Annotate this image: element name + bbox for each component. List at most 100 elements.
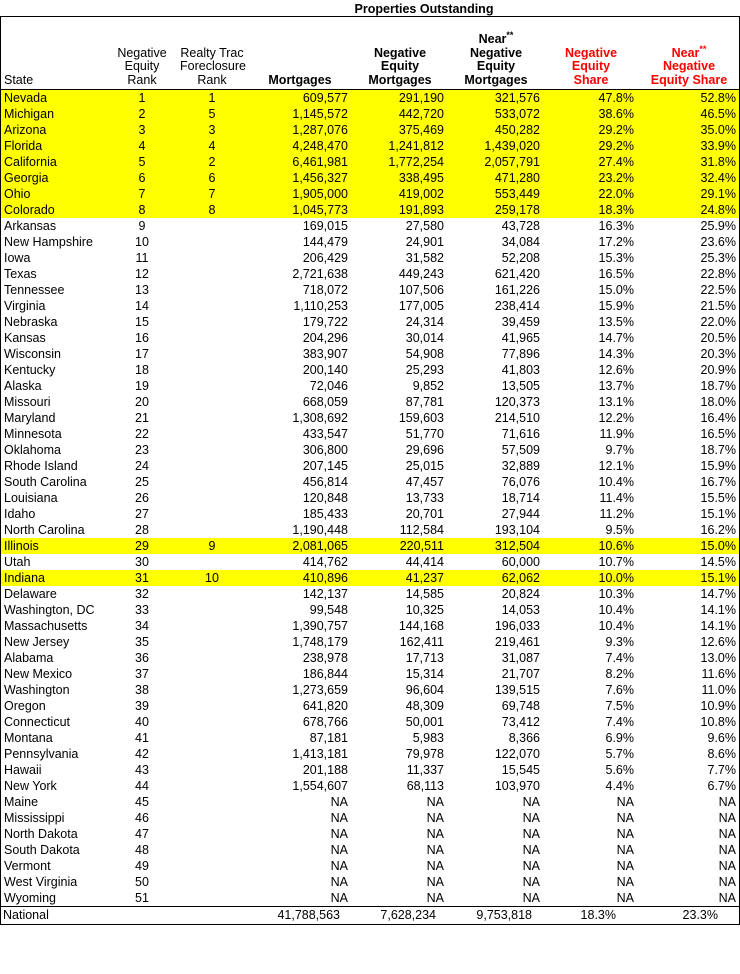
table-row[interactable]: Michigan 2 5 1,145,572 442,720 533,072 38.6% 46…: [0, 106, 740, 122]
column-header-negative-equity-mortgages[interactable]: Negative Equity Mortgages: [352, 16, 448, 90]
table-row[interactable]: South Carolina 25 456,814 47,457 76,076 10.4%…: [0, 474, 740, 490]
column-header-nne-share-line-2: Negative: [662, 59, 716, 73]
table-row[interactable]: New York 44 1,554,607 68,113 103,970 4.4% 6.7%: [0, 778, 740, 794]
table-row[interactable]: Virginia 14 1,110,253 177,005 238,414 15.9% 21…: [0, 298, 740, 314]
group-header-properties-outstanding: Properties Outstanding: [108, 0, 740, 17]
table-row[interactable]: Maryland 21 1,308,692 159,603 214,510 12.2% 16…: [0, 410, 740, 426]
cell-near-negative-equity-share: 18.7%: [700, 443, 736, 457]
table-row[interactable]: Mississippi 46 NA NA NA NA NA: [0, 810, 740, 826]
cell-negative-equity-rank: 4: [108, 138, 176, 154]
cell-negative-equity-mortgages: 220,511: [352, 538, 448, 554]
table-row[interactable]: New Hampshire 10 144,479 24,901 34,084 17.2% 2…: [0, 234, 740, 250]
table-row[interactable]: Pennsylvania 42 1,413,181 79,978 122,070 5.7%…: [0, 746, 740, 762]
table-row[interactable]: Massachusetts 34 1,390,757 144,168 196,033 10…: [0, 618, 740, 634]
table-row[interactable]: Iowa 11 206,429 31,582 52,208 15.3% 25.3%: [0, 250, 740, 266]
table-row[interactable]: North Carolina 28 1,190,448 112,584 193,104 9…: [0, 522, 740, 538]
cell-foreclosure-rank: [176, 762, 248, 778]
table-row[interactable]: Wisconsin 17 383,907 54,908 77,896 14.3% 20.3%: [0, 346, 740, 362]
table-row[interactable]: Alabama 36 238,978 17,713 31,087 7.4% 13.0%: [0, 650, 740, 666]
table-row[interactable]: Oklahoma 23 306,800 29,696 57,509 9.7% 18.7%: [0, 442, 740, 458]
cell-foreclosure-rank: [176, 362, 248, 378]
table-row[interactable]: Arkansas 9 169,015 27,580 43,728 16.3% 25.9%: [0, 218, 740, 234]
table-row[interactable]: Connecticut 40 678,766 50,001 73,412 7.4% 10.8…: [0, 714, 740, 730]
cell-near-negative-equity-mortgages: NA: [522, 875, 540, 889]
cell-near-negative-equity-share: 11.6%: [701, 667, 736, 681]
cell-mortgages: 1,287,076: [248, 122, 352, 138]
cell-near-negative-equity-mortgages: 34,084: [501, 235, 540, 249]
column-header-negative-equity-share[interactable]: Negative Equity Share: [544, 16, 638, 90]
cell-negative-equity-mortgages: 96,604: [405, 683, 444, 697]
column-header-mortgages[interactable]: Mortgages: [248, 16, 352, 90]
table-row[interactable]: Utah 30 414,762 44,414 60,000 10.7% 14.5%: [0, 554, 740, 570]
cell-near-negative-equity-mortgages: 196,033: [494, 619, 540, 633]
table-row[interactable]: New Jersey 35 1,748,179 162,411 219,461 9.3% 1…: [0, 634, 740, 650]
cell-negative-equity-share: 10.6%: [544, 538, 638, 554]
table-row[interactable]: Illinois 29 9 2,081,065 220,511 312,504 10.6% 1…: [0, 538, 740, 554]
column-header-realty-trac-foreclosure-rank[interactable]: Realty Trac Foreclosure Rank: [176, 16, 248, 90]
cell-negative-equity-share: 15.9%: [598, 299, 634, 313]
cell-foreclosure-rank: [176, 826, 248, 842]
cell-near-negative-equity-share: 25.3%: [700, 251, 736, 265]
table-row[interactable]: Texas 12 2,721,638 449,243 621,420 16.5% 22.8%: [0, 266, 740, 282]
table-row[interactable]: Vermont 49 NA NA NA NA NA: [0, 858, 740, 874]
cell-negative-equity-mortgages: 47,457: [405, 475, 444, 489]
table-row[interactable]: Maine 45 NA NA NA NA NA: [0, 794, 740, 810]
table-row[interactable]: California 5 2 6,461,981 1,772,254 2,057,791 2…: [0, 154, 740, 170]
table-row[interactable]: Montana 41 87,181 5,983 8,366 6.9% 9.6%: [0, 730, 740, 746]
table-row[interactable]: Florida 4 4 4,248,470 1,241,812 1,439,020 29.2…: [0, 138, 740, 154]
column-header-state[interactable]: State: [0, 16, 108, 90]
cell-negative-equity-share: 13.5%: [598, 315, 634, 329]
cell-negative-equity-rank: 45: [135, 795, 149, 809]
table-row[interactable]: Hawaii 43 201,188 11,337 15,545 5.6% 7.7%: [0, 762, 740, 778]
cell-near-negative-equity-mortgages: NA: [522, 859, 540, 873]
cell-negative-equity-mortgages: 30,014: [405, 331, 444, 345]
table-row[interactable]: Missouri 20 668,059 87,781 120,373 13.1% 18.0%: [0, 394, 740, 410]
table-row[interactable]: Arizona 3 3 1,287,076 375,469 450,282 29.2% 35.…: [0, 122, 740, 138]
table-row[interactable]: Kentucky 18 200,140 25,293 41,803 12.6% 20.9%: [0, 362, 740, 378]
table-row[interactable]: South Dakota 48 NA NA NA NA NA: [0, 842, 740, 858]
table-row[interactable]: Georgia 6 6 1,456,327 338,495 471,280 23.2% 32.…: [0, 170, 740, 186]
cell-near-negative-equity-share: 15.9%: [700, 459, 736, 473]
column-header-ne-share-line-2: Equity: [571, 59, 611, 73]
cell-negative-equity-mortgages: 9,852: [412, 379, 444, 393]
table-row[interactable]: Minnesota 22 433,547 51,770 71,616 11.9% 16.5%: [0, 426, 740, 442]
table-row[interactable]: Indiana 31 10 410,896 41,237 62,062 10.0% 15.1%: [0, 570, 740, 586]
table-row[interactable]: Alaska 19 72,046 9,852 13,505 13.7% 18.7%: [0, 378, 740, 394]
cell-negative-equity-share: 12.2%: [598, 411, 634, 425]
table-row[interactable]: Louisiana 26 120,848 13,733 18,714 11.4% 15.5%: [0, 490, 740, 506]
column-header-near-negative-equity-share[interactable]: Near** Negative Equity Share: [638, 16, 740, 90]
cell-negative-equity-share: 29.2%: [544, 122, 638, 138]
table-row[interactable]: Nebraska 15 179,722 24,314 39,459 13.5% 22.0%: [0, 314, 740, 330]
cell-near-negative-equity-share: 21.5%: [700, 299, 736, 313]
cell-mortgages: NA: [330, 875, 348, 889]
cell-foreclosure-rank: [176, 298, 248, 314]
table-row[interactable]: Nevada 1 1 609,577 291,190 321,576 47.8% 52.8%: [0, 89, 740, 106]
table-row[interactable]: Delaware 32 142,137 14,585 20,824 10.3% 14.7%: [0, 586, 740, 602]
table-row[interactable]: Oregon 39 641,820 48,309 69,748 7.5% 10.9%: [0, 698, 740, 714]
cell-near-negative-equity-share: 15.1%: [700, 507, 736, 521]
cell-mortgages: 120,848: [302, 491, 348, 505]
table-row[interactable]: Tennessee 13 718,072 107,506 161,226 15.0% 22.…: [0, 282, 740, 298]
cell-mortgages: NA: [330, 827, 348, 841]
cell-near-negative-equity-share: 9.6%: [707, 731, 737, 745]
table-row[interactable]: Colorado 8 8 1,045,773 191,893 259,178 18.3% 24…: [0, 202, 740, 218]
table-row[interactable]: Washington, DC 33 99,548 10,325 14,053 10.4% 1…: [0, 602, 740, 618]
table-row[interactable]: Wyoming 51 NA NA NA NA NA: [0, 890, 740, 907]
table-row[interactable]: North Dakota 47 NA NA NA NA NA: [0, 826, 740, 842]
table-row[interactable]: Kansas 16 204,296 30,014 41,965 14.7% 20.5%: [0, 330, 740, 346]
cell-near-negative-equity-mortgages: 103,970: [494, 779, 540, 793]
cell-foreclosure-rank: [176, 394, 248, 410]
table-row[interactable]: Washington 38 1,273,659 96,604 139,515 7.6% 11…: [0, 682, 740, 698]
table-row[interactable]: Idaho 27 185,433 20,701 27,944 11.2% 15.1%: [0, 506, 740, 522]
column-header-near-negative-equity-mortgages[interactable]: Near** Negative Equity Mortgages: [448, 16, 544, 90]
cell-near-negative-equity-mortgages: NA: [522, 891, 540, 905]
cell-negative-equity-share: 10.7%: [598, 555, 634, 569]
cell-negative-equity-share: 11.2%: [599, 507, 634, 521]
table-row[interactable]: New Mexico 37 186,844 15,314 21,707 8.2% 11.6%: [0, 666, 740, 682]
column-header-negative-equity-rank[interactable]: Negative Equity Rank: [108, 16, 176, 90]
cell-foreclosure-rank: [176, 442, 248, 458]
cell-negative-equity-rank: 11: [135, 251, 149, 265]
table-row[interactable]: West Virginia 50 NA NA NA NA NA: [0, 874, 740, 890]
table-row[interactable]: Rhode Island 24 207,145 25,015 32,889 12.1% 15…: [0, 458, 740, 474]
table-row[interactable]: Ohio 7 7 1,905,000 419,002 553,449 22.0% 29.1%: [0, 186, 740, 202]
